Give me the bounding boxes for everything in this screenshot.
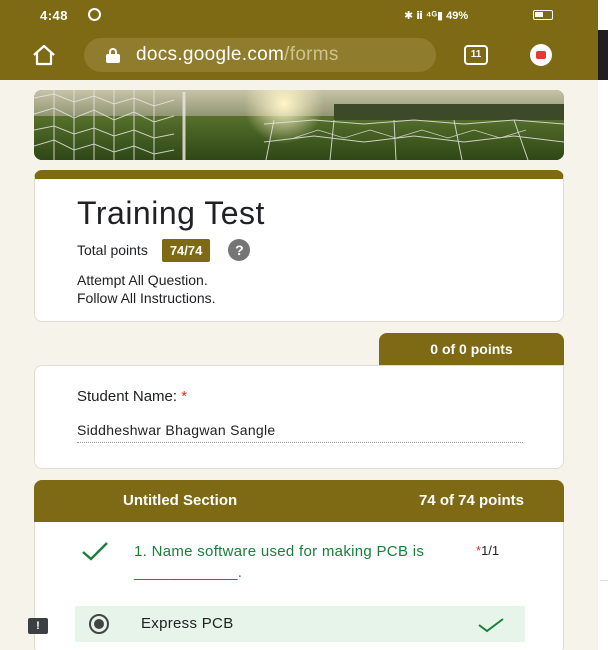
address-bar[interactable]: docs.google.com/forms [84, 38, 436, 72]
form-description: Attempt All Question. Follow All Instruc… [77, 271, 216, 307]
required-mark: * [181, 388, 188, 405]
correct-check-icon [478, 618, 504, 633]
section-card: Untitled Section 74 of 74 points 1. Name… [34, 480, 564, 650]
browser-toolbar: docs.google.com/forms 11 [0, 30, 598, 80]
whatsapp-icon [88, 8, 101, 21]
student-name-question: Student Name: * Siddheshwar Bhagwan Sang… [34, 365, 564, 469]
answer-option-selected[interactable]: Express PCB [75, 606, 525, 642]
section-header: Untitled Section 74 of 74 points [34, 480, 564, 522]
question-text: 1. Name software used for making PCB is … [134, 543, 425, 581]
correct-check-icon [82, 542, 108, 561]
battery-icon [533, 10, 553, 20]
lock-icon [106, 48, 120, 63]
radio-selected-icon[interactable] [89, 614, 109, 634]
description-line: Attempt All Question. [77, 272, 208, 288]
adjacent-window-edge [598, 0, 608, 650]
total-points-badge: 74/74 [161, 238, 211, 262]
tab-switcher-button[interactable]: 11 [464, 45, 488, 65]
form-title-card: Training Test Total points 74/74 ? Attem… [34, 170, 564, 322]
system-status-icons: ✱ ⅱ ⁴ᴳ▮ 49% [404, 10, 469, 22]
feedback-icon[interactable]: ! [28, 618, 48, 634]
total-points-row: Total points 74/74 ? [77, 237, 251, 263]
section-title: Untitled Section [123, 492, 238, 509]
option-label: Express PCB [141, 615, 234, 632]
description-line: Follow All Instructions. [77, 290, 216, 306]
student-name-answer: Siddheshwar Bhagwan Sangle [77, 422, 523, 443]
form-header-image [34, 90, 564, 160]
browser-menu-icon[interactable] [530, 44, 552, 66]
url-text: docs.google.com/forms [136, 44, 339, 65]
form-title: Training Test [77, 195, 265, 231]
help-icon[interactable]: ? [228, 239, 251, 261]
home-icon[interactable] [32, 44, 56, 66]
question-label: Student Name: * [77, 388, 188, 405]
total-points-label: Total points [77, 242, 148, 258]
question-points-tab: 0 of 0 points [379, 333, 564, 365]
section-points: 74 of 74 points [418, 492, 524, 509]
status-time: 4:48 [40, 8, 69, 23]
question-score: *1/1 [476, 543, 500, 558]
status-bar: 4:48 ✱ ⅱ ⁴ᴳ▮ 49% [0, 0, 598, 30]
